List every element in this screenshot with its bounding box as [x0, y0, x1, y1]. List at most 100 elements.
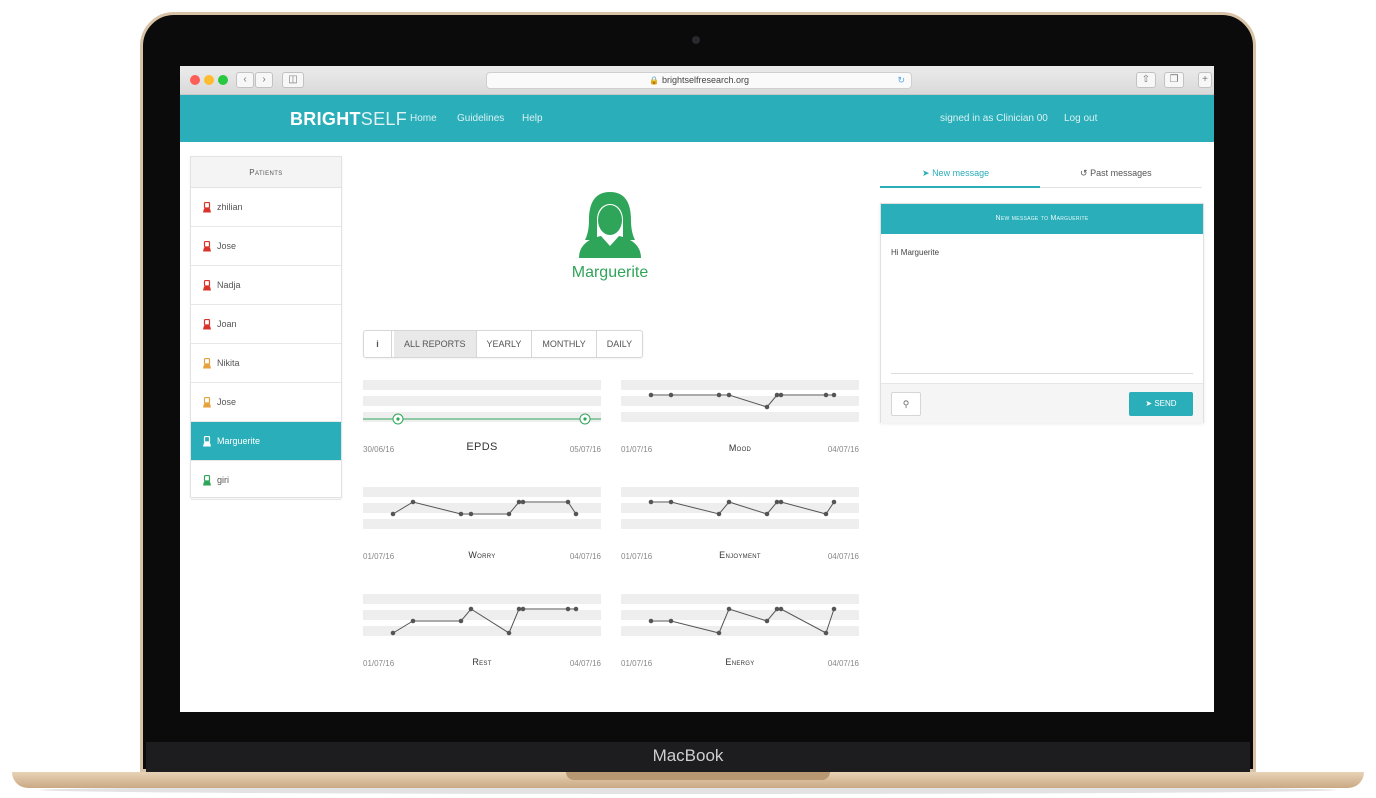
chart-enjoyment-plot [621, 487, 859, 529]
data-point[interactable] [506, 630, 512, 636]
data-point[interactable] [831, 606, 837, 612]
data-point[interactable] [726, 499, 732, 505]
new-message-panel: New message to Marguerite Hi Marguerite … [880, 203, 1204, 423]
new-tab-button[interactable]: + [1198, 72, 1212, 88]
patient-item[interactable]: Nadja [191, 266, 341, 305]
reload-icon[interactable]: ↻ [897, 73, 905, 88]
data-point[interactable] [410, 618, 416, 624]
patient-item[interactable]: giri [191, 461, 341, 500]
data-point[interactable] [774, 392, 780, 398]
patient-item[interactable]: Joan [191, 305, 341, 344]
data-point[interactable] [458, 618, 464, 624]
send-button[interactable]: ➤ SEND [1129, 392, 1193, 416]
data-point[interactable] [726, 392, 732, 398]
lightbulb-icon: ⚲ [902, 399, 910, 409]
chart-band [621, 380, 859, 390]
data-point[interactable] [764, 511, 770, 517]
history-icon: ↺ [1080, 168, 1088, 178]
nav-guidelines[interactable]: Guidelines [457, 113, 504, 124]
data-point[interactable] [573, 511, 579, 517]
patient-name-label: Marguerite [217, 436, 261, 446]
suggestions-button[interactable]: ⚲ [891, 392, 921, 416]
data-point[interactable] [778, 606, 784, 612]
app-logo[interactable]: BRIGHTSELF [290, 109, 407, 130]
chart-end-date: 05/07/16 [569, 445, 601, 454]
close-window-button[interactable] [190, 75, 200, 85]
message-tabs: ➤ New message ↺ Past messages [880, 160, 1202, 188]
tabs-overview-button[interactable]: ❐ [1164, 72, 1184, 88]
chart-epds-plot [363, 380, 601, 425]
data-point[interactable] [716, 392, 722, 398]
nav-home[interactable]: Home [410, 113, 437, 124]
data-point[interactable] [506, 511, 512, 517]
patient-item[interactable]: Jose [191, 227, 341, 266]
patient-name-label: zhilian [217, 202, 243, 212]
data-point[interactable] [565, 606, 571, 612]
data-point[interactable] [831, 392, 837, 398]
patient-item[interactable]: Jose [191, 383, 341, 422]
tab-monthly[interactable]: MONTHLY [532, 331, 597, 357]
chart-band [363, 380, 601, 390]
data-point[interactable] [390, 511, 396, 517]
patient-item[interactable]: zhilian [191, 188, 341, 227]
message-textarea[interactable]: Hi Marguerite [891, 248, 1193, 374]
data-point[interactable] [823, 511, 829, 517]
chart-mood: 01/07/16 Mood 04/07/16 [621, 379, 859, 469]
data-point[interactable] [716, 630, 722, 636]
tab-yearly[interactable]: YEARLY [477, 331, 533, 357]
back-button[interactable]: ‹ [236, 72, 254, 88]
data-point[interactable] [726, 606, 732, 612]
data-point[interactable] [774, 499, 780, 505]
data-point[interactable] [831, 499, 837, 505]
data-point[interactable] [516, 606, 522, 612]
data-point[interactable] [520, 499, 526, 505]
share-button[interactable]: ⇧ [1136, 72, 1156, 88]
paper-plane-icon: ➤ [922, 168, 930, 178]
data-point[interactable] [520, 606, 526, 612]
data-point[interactable] [468, 511, 474, 517]
chart-energy: 01/07/16 Energy 04/07/16 [621, 593, 859, 683]
tab-daily[interactable]: DAILY [597, 331, 642, 357]
data-point[interactable] [668, 392, 674, 398]
forward-button[interactable]: › [255, 72, 273, 88]
patient-item[interactable]: Marguerite [191, 422, 341, 461]
url-text: brightselfresearch.org [661, 75, 749, 85]
chart-title: EPDS [466, 441, 498, 453]
address-bar[interactable]: 🔒 brightselfresearch.org ↻ [486, 72, 912, 89]
data-point[interactable] [458, 511, 464, 517]
data-point[interactable] [468, 606, 474, 612]
message-panel-title: New message to Marguerite [881, 204, 1203, 234]
data-point[interactable] [648, 618, 654, 624]
data-point[interactable] [410, 499, 416, 505]
data-point[interactable] [516, 499, 522, 505]
data-point[interactable] [778, 499, 784, 505]
tab-past-messages[interactable]: ↺ Past messages [1080, 168, 1152, 179]
data-point[interactable] [648, 392, 654, 398]
data-point[interactable] [390, 630, 396, 636]
data-point[interactable] [823, 630, 829, 636]
logout-link[interactable]: Log out [1064, 113, 1097, 124]
data-point[interactable] [764, 618, 770, 624]
sidebar-toggle-button[interactable]: ◫ [282, 72, 304, 88]
data-point[interactable] [716, 511, 722, 517]
info-button[interactable]: i [364, 331, 392, 357]
data-point[interactable] [823, 392, 829, 398]
zoom-window-button[interactable] [218, 75, 228, 85]
data-point[interactable] [764, 404, 770, 410]
nav-help[interactable]: Help [522, 113, 543, 124]
data-point[interactable] [573, 606, 579, 612]
tab-new-message[interactable]: ➤ New message [922, 168, 989, 179]
app-navbar: BRIGHTSELF Home Guidelines Help signed i… [180, 95, 1214, 142]
patient-item[interactable]: Nikita [191, 344, 341, 383]
minimize-window-button[interactable] [204, 75, 214, 85]
data-point[interactable] [648, 499, 654, 505]
data-point[interactable] [565, 499, 571, 505]
data-point[interactable] [774, 606, 780, 612]
chart-rest-plot [363, 594, 601, 636]
tab-all-reports[interactable]: ALL REPORTS [394, 331, 477, 357]
chart-band [363, 519, 601, 529]
data-point[interactable] [778, 392, 784, 398]
data-point[interactable] [668, 499, 674, 505]
data-point[interactable] [668, 618, 674, 624]
person-icon [203, 474, 211, 485]
